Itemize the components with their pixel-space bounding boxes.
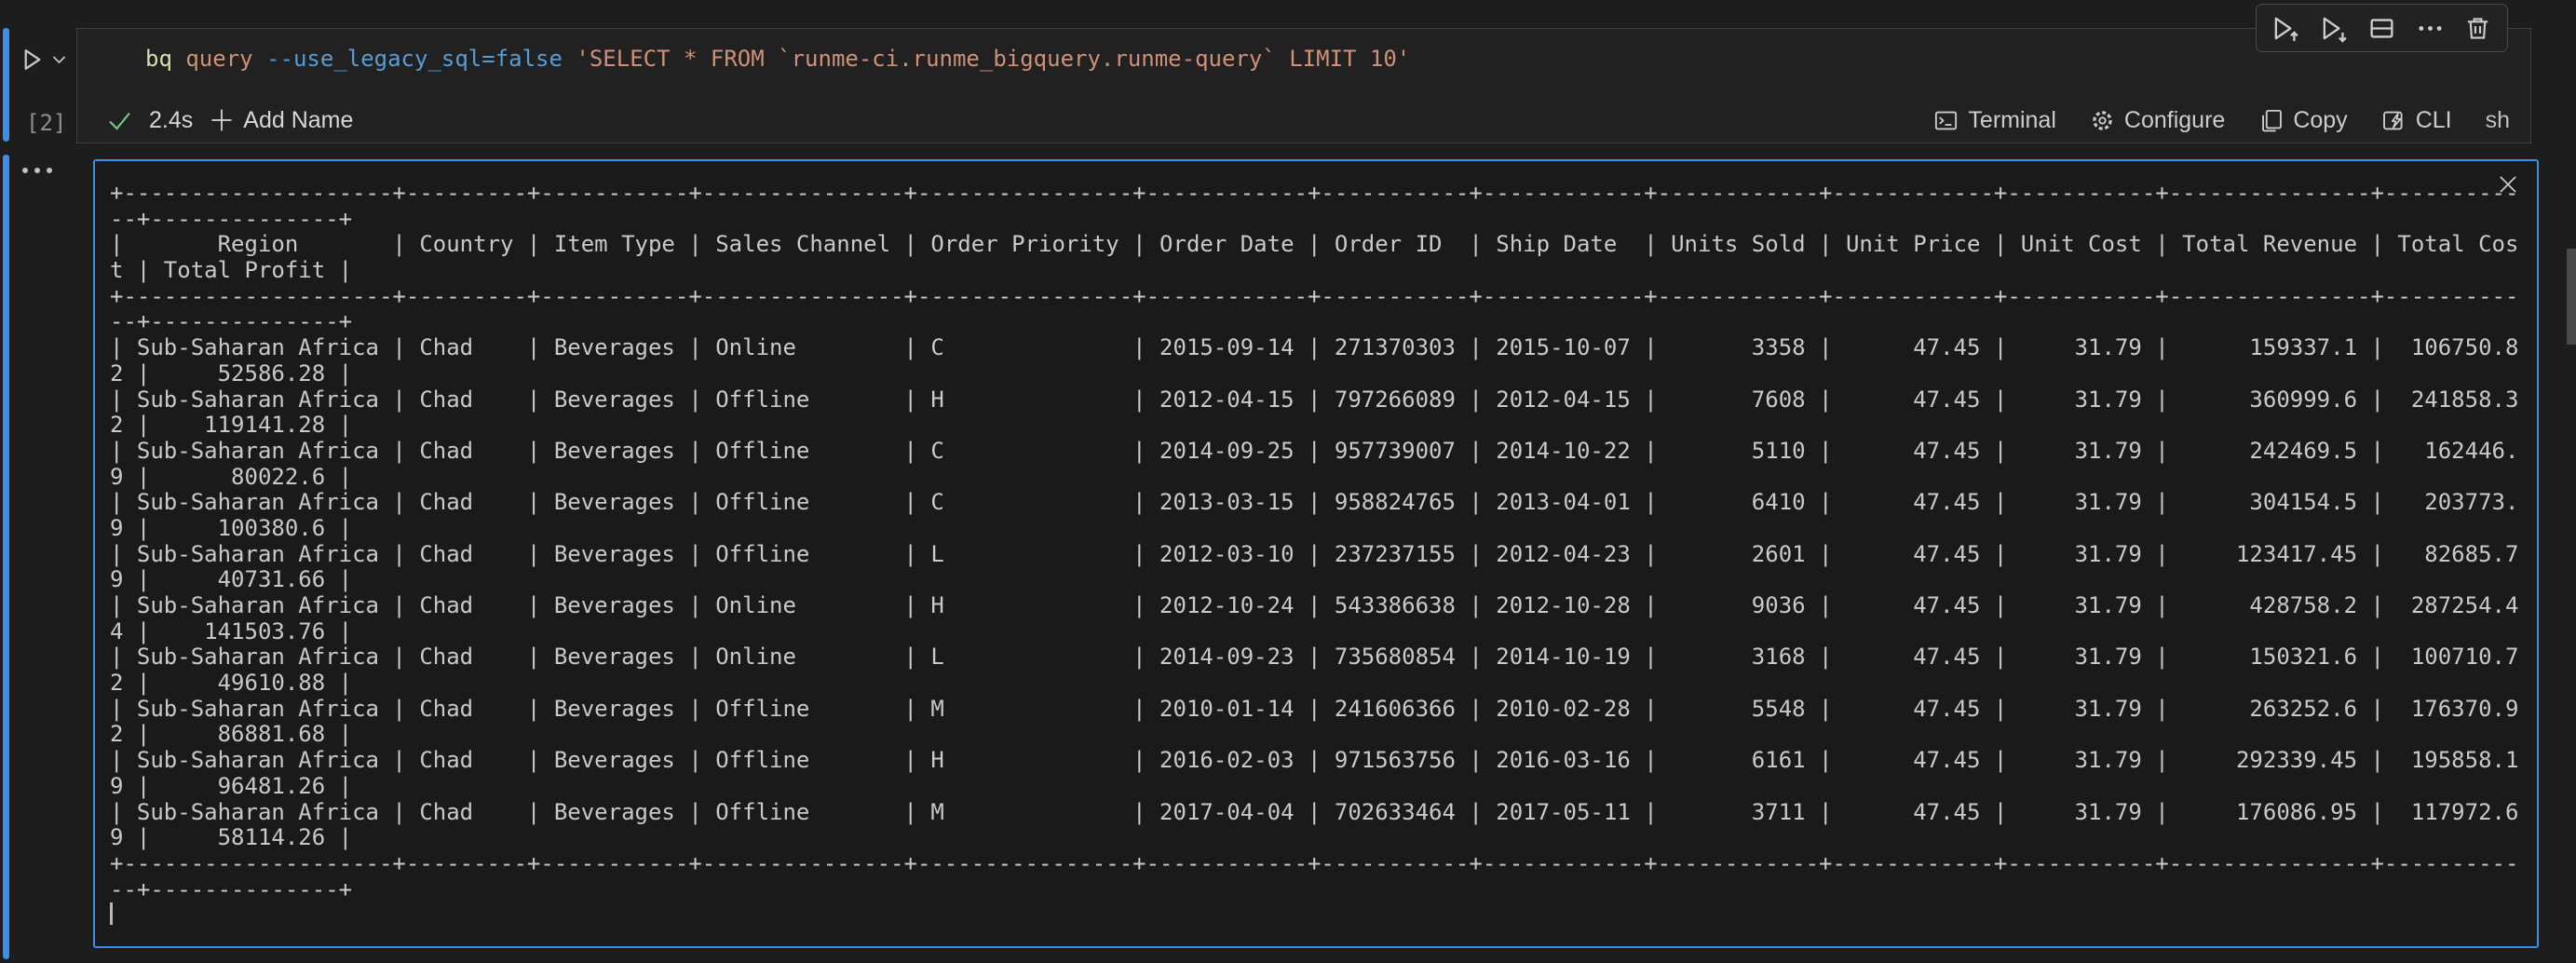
cell-status-bar: 2.4s Add Name Terminal [77,98,2530,142]
gear-icon [2090,108,2115,133]
command-token: --use_legacy_sql=false [266,46,576,72]
terminal-line: | Sub-Saharan Africa | Chad | Beverages … [110,800,2529,826]
chevron-down-icon[interactable] [52,55,66,64]
run-cell-button[interactable] [20,47,69,73]
dot-icon [22,168,28,173]
terminal-line: | Sub-Saharan Africa | Chad | Beverages … [110,542,2529,568]
cli-button[interactable]: CLI [2381,107,2452,134]
terminal-line: | Sub-Saharan Africa | Chad | Beverages … [110,644,2529,671]
cell-output-terminal[interactable]: +--------------------+---------+--------… [93,159,2539,948]
execute-above-button[interactable] [2271,14,2300,43]
output-menu-button[interactable] [22,164,52,177]
terminal-line: 9 | 100380.6 | [110,516,2529,542]
terminal-line: +--------------------+---------+--------… [110,181,2529,207]
terminal-line: --+--------------+ [110,877,2529,903]
add-name-button[interactable]: Add Name [210,106,353,134]
code-cell: bq query --use_legacy_sql=false 'SELECT … [76,28,2531,143]
notebook-stage: [2] bq query --use_legacy_sql=false 'SEL… [0,0,2576,963]
more-actions-button[interactable] [2416,14,2445,43]
cli-label: CLI [2416,107,2452,134]
terminal-line: | Sub-Saharan Africa | Chad | Beverages … [110,490,2529,516]
copy-button[interactable]: Copy [2258,107,2347,134]
status-left: 2.4s Add Name [107,106,353,134]
configure-button[interactable]: Configure [2090,107,2225,134]
terminal-line: | Sub-Saharan Africa | Chad | Beverages … [110,593,2529,619]
output-focus-bar [3,155,9,959]
terminal-line: | Sub-Saharan Africa | Chad | Beverages … [110,697,2529,723]
terminal-line: 9 | 96481.26 | [110,774,2529,800]
cell-toolbar [2256,4,2508,52]
terminal-line: 9 | 58114.26 | [110,825,2529,851]
delete-cell-button[interactable] [2463,14,2492,43]
copy-label: Copy [2293,107,2347,134]
terminal-line: | Region | Country | Item Type | Sales C… [110,232,2529,258]
command-line[interactable]: bq query --use_legacy_sql=false 'SELECT … [145,43,1410,75]
split-cell-button[interactable] [2367,14,2396,43]
execution-count: [2] [26,110,66,136]
terminal-icon [1933,108,1959,133]
terminal-line: | Sub-Saharan Africa | Chad | Beverages … [110,335,2529,361]
terminal-line: +--------------------+---------+--------… [110,851,2529,877]
configure-label: Configure [2124,107,2225,134]
status-right: Terminal Configure Copy [1933,107,2510,134]
terminal-line: 9 | 80022.6 | [110,465,2529,491]
check-icon [107,110,132,130]
terminal-line: 2 | 52586.28 | [110,361,2529,387]
terminal-line: 2 | 119141.28 | [110,413,2529,439]
cli-lightning-icon [2381,108,2407,133]
play-icon [20,47,45,73]
terminal-cursor [110,902,113,925]
dot-icon [47,168,52,173]
cell-focus-bar [3,28,9,142]
scrollbar-thumb[interactable] [2567,249,2576,345]
add-name-label: Add Name [243,107,353,134]
terminal-line: | Sub-Saharan Africa | Chad | Beverages … [110,748,2529,774]
command-token: bq [145,46,185,72]
language-picker[interactable]: sh [2486,107,2510,134]
command-token: 'SELECT * FROM `runme-ci.runme_bigquery.… [576,46,1410,72]
terminal-line: --+--------------+ [110,309,2529,335]
terminal-line: 4 | 141503.76 | [110,619,2529,645]
terminal-output: +--------------------+---------+--------… [110,181,2529,943]
terminal-line: t | Total Profit | [110,258,2529,284]
command-token: query [185,46,266,72]
terminal-cursor-line [110,902,2529,929]
execution-duration: 2.4s [149,107,193,134]
copy-icon [2258,108,2284,133]
terminal-line: | Sub-Saharan Africa | Chad | Beverages … [110,387,2529,414]
plus-icon [210,106,234,134]
terminal-button[interactable]: Terminal [1933,107,2055,134]
terminal-line: 2 | 86881.68 | [110,722,2529,748]
terminal-line: +--------------------+---------+--------… [110,284,2529,310]
execute-below-button[interactable] [2320,14,2349,43]
dot-icon [34,168,40,173]
terminal-line: | Sub-Saharan Africa | Chad | Beverages … [110,439,2529,465]
terminal-line: 9 | 40731.66 | [110,567,2529,593]
terminal-line: 2 | 49610.88 | [110,671,2529,697]
terminal-line: --+--------------+ [110,207,2529,233]
terminal-label: Terminal [1968,107,2055,134]
